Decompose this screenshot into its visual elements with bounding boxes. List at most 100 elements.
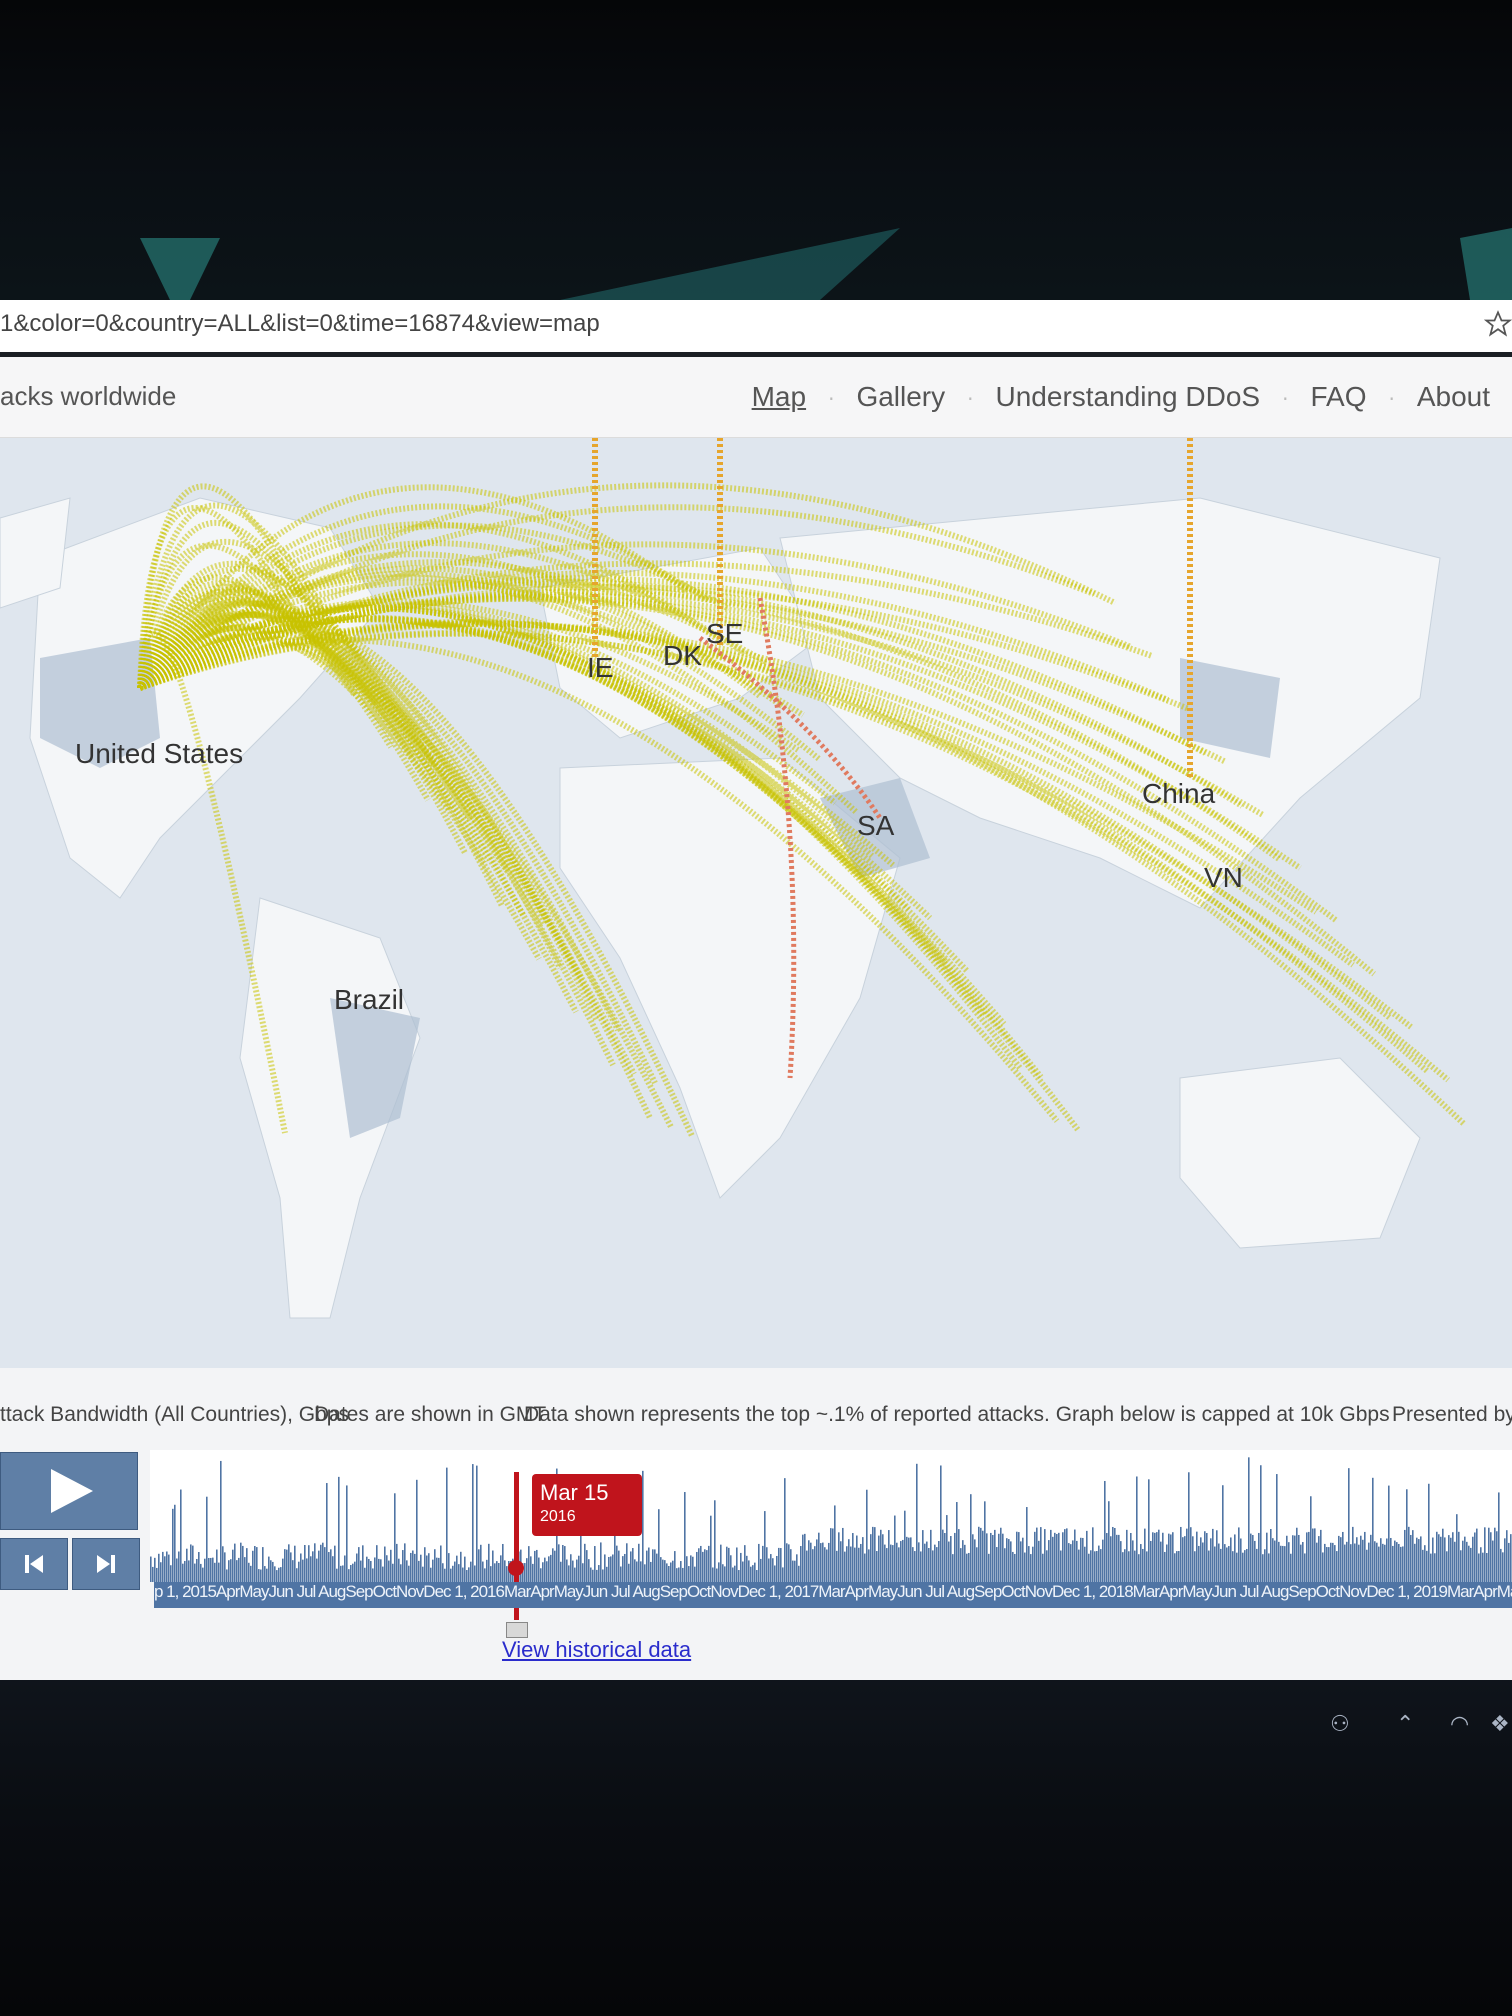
bandwidth-bar <box>1034 1531 1036 1582</box>
bandwidth-bar <box>674 1551 676 1582</box>
bookmark-star-icon[interactable] <box>1484 310 1512 338</box>
bandwidth-bar <box>728 1547 730 1582</box>
bandwidth-bar <box>1048 1540 1050 1582</box>
nav-gallery[interactable]: Gallery <box>834 381 967 413</box>
bandwidth-bar <box>218 1562 220 1582</box>
bandwidth-bar <box>828 1542 830 1582</box>
dropbox-icon[interactable]: ❖ <box>1490 1712 1512 1738</box>
label-se: SE <box>706 618 744 649</box>
bandwidth-bar <box>316 1558 318 1582</box>
bandwidth-bar <box>662 1559 664 1582</box>
bandwidth-bar <box>1232 1551 1234 1582</box>
bandwidth-bar <box>1436 1531 1438 1582</box>
bandwidth-bar <box>1470 1547 1472 1582</box>
bandwidth-bar <box>1390 1537 1392 1582</box>
bandwidth-bar <box>842 1527 844 1582</box>
people-icon[interactable]: ⚇ <box>1330 1712 1356 1738</box>
bandwidth-sparkline[interactable]: 8000600040002000 <box>150 1450 1512 1582</box>
chevron-up-icon[interactable]: ⌃ <box>1396 1712 1422 1738</box>
play-button[interactable] <box>0 1452 138 1530</box>
bandwidth-bar <box>1254 1540 1256 1582</box>
bandwidth-bar <box>294 1545 296 1582</box>
bandwidth-bar <box>642 1470 644 1582</box>
bandwidth-bar <box>794 1560 796 1582</box>
bandwidth-bar <box>1218 1543 1220 1582</box>
bandwidth-bar <box>886 1548 888 1582</box>
bandwidth-bar <box>322 1542 324 1582</box>
bandwidth-bar <box>1506 1530 1508 1582</box>
nav-map[interactable]: Map <box>730 381 828 413</box>
bandwidth-bar <box>1308 1531 1310 1582</box>
label-vn: VN <box>1204 862 1243 893</box>
bandwidth-bar <box>566 1559 568 1582</box>
nav-understanding-ddos[interactable]: Understanding DDoS <box>974 381 1283 413</box>
nav-about[interactable]: About <box>1395 381 1512 413</box>
bandwidth-bar <box>536 1549 538 1582</box>
bandwidth-bar <box>250 1565 252 1582</box>
bandwidth-bar <box>402 1550 404 1582</box>
bandwidth-bar <box>1416 1537 1418 1582</box>
bandwidth-bar <box>500 1555 502 1582</box>
bandwidth-bar <box>816 1539 818 1582</box>
bandwidth-bar <box>572 1560 574 1582</box>
bandwidth-bar <box>938 1541 940 1582</box>
bandwidth-bar <box>1386 1538 1388 1582</box>
bandwidth-bar <box>652 1549 654 1582</box>
bandwidth-bar <box>252 1550 254 1582</box>
bandwidth-bar <box>568 1565 570 1582</box>
bandwidth-bar <box>1098 1545 1100 1582</box>
bandwidth-bar <box>1380 1538 1382 1582</box>
bandwidth-bar <box>426 1555 428 1582</box>
bandwidth-bar <box>1146 1551 1148 1582</box>
bandwidth-bar <box>540 1568 542 1582</box>
bandwidth-bar <box>1336 1551 1338 1582</box>
bandwidth-bar <box>1046 1550 1048 1582</box>
bandwidth-bar <box>932 1550 934 1582</box>
view-historical-data-link[interactable]: View historical data <box>502 1637 691 1663</box>
bandwidth-bar <box>1326 1547 1328 1582</box>
address-bar[interactable]: 1&color=0&country=ALL&list=0&time=16874&… <box>0 300 1512 357</box>
bandwidth-bar <box>848 1539 850 1582</box>
bandwidth-bar <box>232 1549 234 1582</box>
bandwidth-bar <box>414 1553 416 1582</box>
bandwidth-bar <box>1050 1529 1052 1582</box>
next-button[interactable] <box>72 1538 140 1590</box>
url-text[interactable]: 1&color=0&country=ALL&list=0&time=16874&… <box>0 310 600 338</box>
bandwidth-bar <box>228 1560 230 1582</box>
bandwidth-bar <box>926 1541 928 1582</box>
bandwidth-bar <box>166 1551 168 1582</box>
bandwidth-bar <box>412 1550 414 1582</box>
bandwidth-bar <box>1088 1553 1090 1582</box>
wifi-icon[interactable]: ◠ <box>1450 1712 1476 1738</box>
bandwidth-bar <box>1182 1537 1184 1582</box>
bandwidth-bar <box>1064 1529 1066 1582</box>
bandwidth-bar <box>810 1542 812 1582</box>
scrubber-handle[interactable] <box>506 1622 528 1638</box>
bandwidth-bar <box>318 1550 320 1582</box>
bandwidth-bar <box>1434 1553 1436 1582</box>
bandwidth-bar <box>248 1562 250 1582</box>
bandwidth-bar <box>622 1556 624 1582</box>
bandwidth-bar <box>1178 1550 1180 1582</box>
bandwidth-bar <box>1264 1549 1266 1582</box>
bandwidth-bar <box>458 1564 460 1582</box>
bandwidth-bar <box>1270 1529 1272 1582</box>
bandwidth-bar <box>934 1544 936 1582</box>
bandwidth-bar <box>940 1465 942 1582</box>
bandwidth-bar <box>1488 1527 1490 1582</box>
bandwidth-bars <box>150 1450 1512 1582</box>
bandwidth-bar <box>1196 1531 1198 1582</box>
previous-button[interactable] <box>0 1538 68 1590</box>
bandwidth-bar <box>562 1545 564 1582</box>
bandwidth-bar <box>1366 1549 1368 1582</box>
scrubber-knob[interactable] <box>508 1560 524 1576</box>
nav-faq[interactable]: FAQ <box>1288 381 1388 413</box>
bandwidth-bar <box>220 1460 222 1582</box>
bandwidth-bar <box>340 1565 342 1582</box>
bandwidth-bar <box>372 1568 374 1582</box>
bandwidth-bar <box>1272 1538 1274 1582</box>
attack-map[interactable]: United States Brazil IE DK SE SA China V… <box>0 438 1512 1368</box>
bandwidth-bar <box>1006 1538 1008 1582</box>
bandwidth-bar <box>1004 1548 1006 1582</box>
bandwidth-bar <box>222 1546 224 1582</box>
